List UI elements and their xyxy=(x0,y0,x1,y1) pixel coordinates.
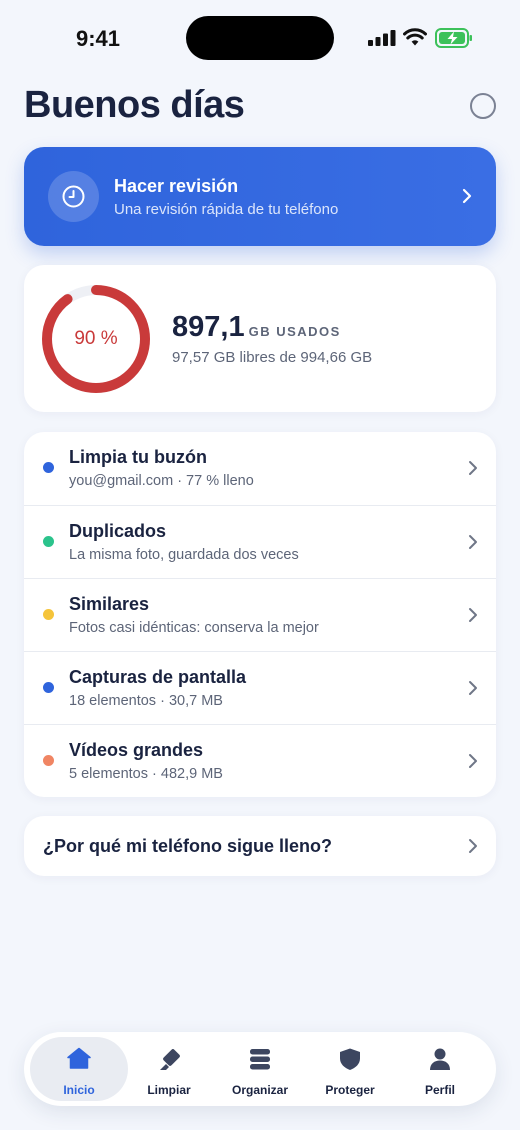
list-item-title: Limpia tu buzón xyxy=(69,447,207,467)
eraser-icon xyxy=(160,1049,180,1070)
storage-used-value: 897,1 xyxy=(172,311,245,343)
review-title: Hacer revisión xyxy=(114,176,239,196)
list-item-title: Capturas de pantalla xyxy=(69,667,247,687)
quick-review-banner[interactable]: Hacer revisión Una revisión rápida de tu… xyxy=(24,147,496,246)
storage-card[interactable]: 90 % 897,1 GB USADOS 97,57 GB libres de 9… xyxy=(24,265,496,412)
category-dot xyxy=(43,609,54,620)
list-item-large-videos[interactable]: Vídeos grandes 5 elementos · 482,9 MB xyxy=(24,724,496,797)
home-icon xyxy=(67,1047,91,1069)
person-icon xyxy=(430,1048,450,1070)
tab-limpiar[interactable]: Limpiar xyxy=(120,1037,218,1101)
storage-percent: 90 % xyxy=(74,328,118,349)
chevron-right-icon xyxy=(469,608,477,622)
dynamic-island xyxy=(186,16,334,60)
category-dot xyxy=(43,755,54,766)
status-time: 9:41 xyxy=(76,26,121,51)
tab-label: Perfil xyxy=(424,1083,455,1097)
chevron-right-icon xyxy=(469,461,477,475)
chevron-right-icon xyxy=(469,839,477,853)
shield-icon xyxy=(340,1048,360,1070)
chevron-right-icon xyxy=(469,754,477,768)
storage-used-unit: GB USADOS xyxy=(248,324,341,339)
cellular-signal-icon xyxy=(368,30,396,46)
stack-icon xyxy=(250,1049,270,1070)
wifi-icon xyxy=(403,28,427,46)
list-item-title: Vídeos grandes xyxy=(69,740,204,760)
tab-label: Inicio xyxy=(63,1083,95,1097)
chevron-right-icon xyxy=(462,188,472,204)
page-title: Buenos días xyxy=(24,84,245,126)
tab-inicio[interactable]: Inicio xyxy=(30,1037,128,1101)
storage-used: 897,1 GB USADOS xyxy=(172,311,341,344)
list-item-subtitle: La misma foto, guardada dos veces xyxy=(69,547,299,563)
clock-icon xyxy=(48,171,99,222)
tab-perfil[interactable]: Perfil xyxy=(391,1037,489,1101)
category-dot xyxy=(43,536,54,547)
why-phone-full-text: ¿Por qué mi teléfono sigue lleno? xyxy=(43,836,333,856)
battery-charging-icon xyxy=(435,28,472,48)
cleanup-list: Limpia tu buzón you@gmail.com · 77 % lle… xyxy=(24,432,496,797)
list-item-subtitle: you@gmail.com · 77 % lleno xyxy=(69,473,254,489)
review-subtitle: Una revisión rápida de tu teléfono xyxy=(114,201,339,218)
list-item-duplicates[interactable]: Duplicados La misma foto, guardada dos v… xyxy=(24,505,496,578)
storage-free-text: 97,57 GB libres de 994,66 GB xyxy=(172,349,373,366)
status-bar: 9:41 xyxy=(0,0,520,76)
list-item-title: Similares xyxy=(69,594,150,614)
list-item-subtitle: 5 elementos · 482,9 MB xyxy=(69,766,223,782)
list-item-inbox[interactable]: Limpia tu buzón you@gmail.com · 77 % lle… xyxy=(24,432,496,505)
tab-label: Limpiar xyxy=(147,1083,191,1097)
list-item-subtitle: Fotos casi idénticas: conserva la mejor xyxy=(69,620,319,636)
list-item-screenshots[interactable]: Capturas de pantalla 18 elementos · 30,7… xyxy=(24,651,496,724)
tab-proteger[interactable]: Proteger xyxy=(301,1037,399,1101)
why-phone-full-link[interactable]: ¿Por qué mi teléfono sigue lleno? xyxy=(24,816,496,876)
category-dot xyxy=(43,682,54,693)
tab-label: Proteger xyxy=(325,1083,375,1097)
tab-label: Organizar xyxy=(231,1083,288,1097)
chevron-right-icon xyxy=(469,535,477,549)
chevron-right-icon xyxy=(469,681,477,695)
status-ring-button[interactable] xyxy=(470,93,496,119)
list-item-subtitle: 18 elementos · 30,7 MB xyxy=(69,693,223,709)
tab-organizar[interactable]: Organizar xyxy=(211,1037,309,1101)
list-item-title: Duplicados xyxy=(69,521,167,541)
list-item-similar[interactable]: Similares Fotos casi idénticas: conserva… xyxy=(24,578,496,651)
category-dot xyxy=(43,462,54,473)
tab-bar: Inicio Limpiar Organizar Proteger Perfil xyxy=(24,1032,496,1106)
